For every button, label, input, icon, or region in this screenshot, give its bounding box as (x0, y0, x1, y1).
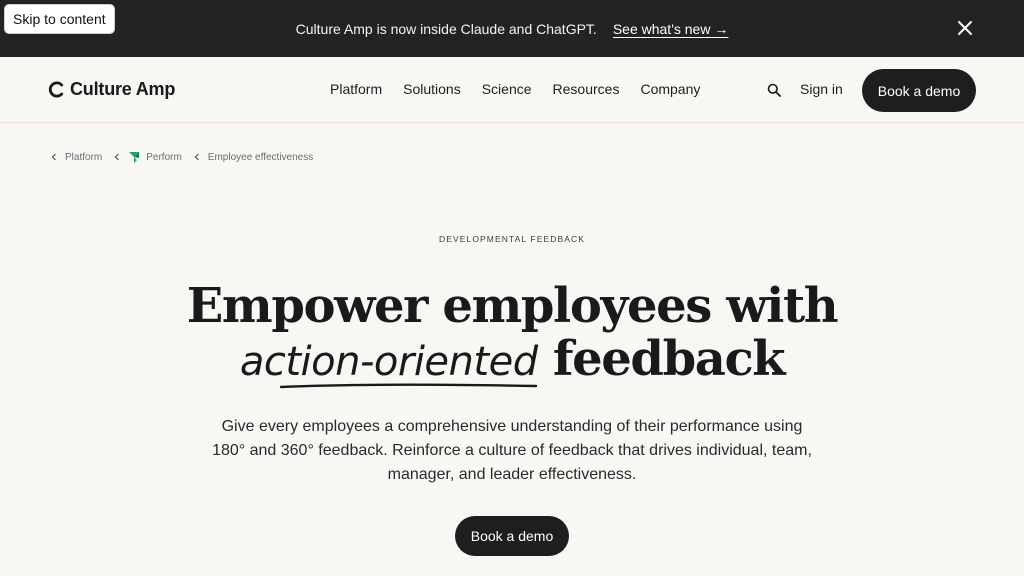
chevron-left-icon (114, 153, 120, 161)
culture-amp-logo[interactable]: Culture Amp (48, 79, 175, 100)
breadcrumb-item-employee-effectiveness: Employee effectiveness (207, 151, 314, 163)
logo-mark-icon (48, 81, 64, 98)
sign-in-link[interactable]: Sign in (800, 81, 843, 97)
breadcrumb-item-platform[interactable]: Platform (65, 152, 102, 163)
chevron-left-icon (51, 153, 56, 161)
hero-title-line1: Empower employees with (186, 278, 839, 334)
leaf-icon (129, 152, 140, 163)
search-icon[interactable] (767, 83, 781, 97)
hero-eyebrow: DEVELOPMENTAL FEEDBACK (438, 234, 586, 244)
logo-text: Culture Amp (70, 79, 176, 99)
nav-item-platform[interactable]: Platform (330, 81, 382, 97)
see-whats-new-link[interactable]: See what's new → (613, 21, 729, 37)
hero-title-rest: feedback (552, 331, 786, 387)
nav-item-company[interactable]: Company (640, 81, 700, 97)
nav-item-science[interactable]: Science (482, 81, 532, 97)
announcement-bar: Culture Amp is now inside Claude and Cha… (0, 0, 1024, 57)
nav-item-solutions[interactable]: Solutions (403, 81, 461, 97)
breadcrumb-item-perform[interactable]: Perform (146, 152, 182, 163)
skip-to-content-link[interactable]: Skip to content (5, 5, 114, 33)
main-nav: Platform Solutions Science Resources Com… (330, 81, 700, 97)
nav-item-resources[interactable]: Resources (553, 81, 620, 97)
chevron-left-icon (194, 153, 199, 161)
hero-description: Give every employees a comprehensive und… (212, 418, 812, 483)
site-header: Culture Amp Platform Solutions Science R… (0, 57, 1024, 123)
announcement-message: Culture Amp is now inside Claude and Cha… (295, 20, 597, 37)
hero-book-demo-button[interactable]: Book a demo (455, 516, 569, 556)
book-demo-button[interactable]: Book a demo (862, 69, 976, 112)
breadcrumb: Platform Perform Employee effectiveness (50, 151, 324, 163)
handwritten-underline (279, 383, 538, 389)
close-icon[interactable] (956, 19, 974, 37)
